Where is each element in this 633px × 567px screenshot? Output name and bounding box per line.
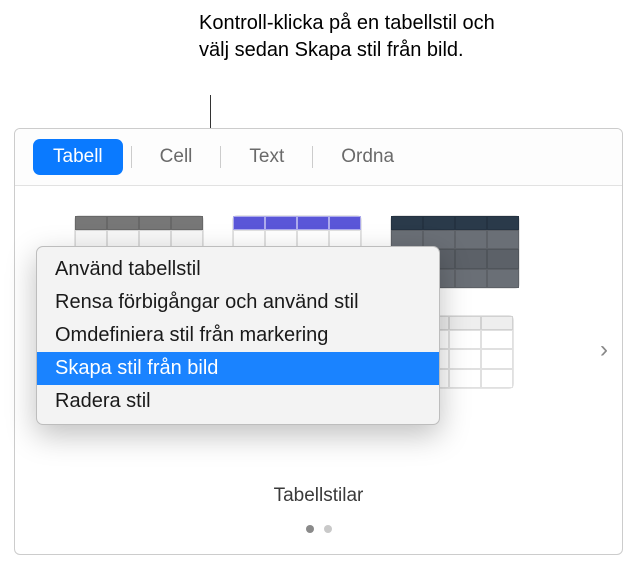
tab-arrange[interactable]: Ordna [321, 139, 414, 175]
menu-item-clear-overrides[interactable]: Rensa förbigångar och använd stil [37, 286, 439, 319]
callout-text: Kontroll-klicka på en tabellstil och väl… [199, 10, 499, 64]
tab-separator [220, 146, 221, 168]
menu-item-redefine-style[interactable]: Omdefiniera stil från markering [37, 319, 439, 352]
tab-separator [131, 146, 132, 168]
page-indicator[interactable] [15, 525, 622, 533]
section-title: Tabellstilar [15, 485, 622, 507]
menu-item-create-style-from-image[interactable]: Skapa stil från bild [37, 352, 439, 385]
menu-item-apply-style[interactable]: Använd tabellstil [37, 253, 439, 286]
tab-separator [312, 146, 313, 168]
menu-item-delete-style[interactable]: Radera stil [37, 385, 439, 418]
inspector-tabs: Tabell Cell Text Ordna [15, 129, 622, 186]
chevron-right-icon[interactable]: › [600, 336, 608, 364]
page-dot[interactable] [306, 525, 314, 533]
tab-text[interactable]: Text [229, 139, 304, 175]
tab-cell[interactable]: Cell [140, 139, 213, 175]
tab-table[interactable]: Tabell [33, 139, 123, 175]
page-dot[interactable] [324, 525, 332, 533]
context-menu: Använd tabellstil Rensa förbigångar och … [36, 246, 440, 425]
